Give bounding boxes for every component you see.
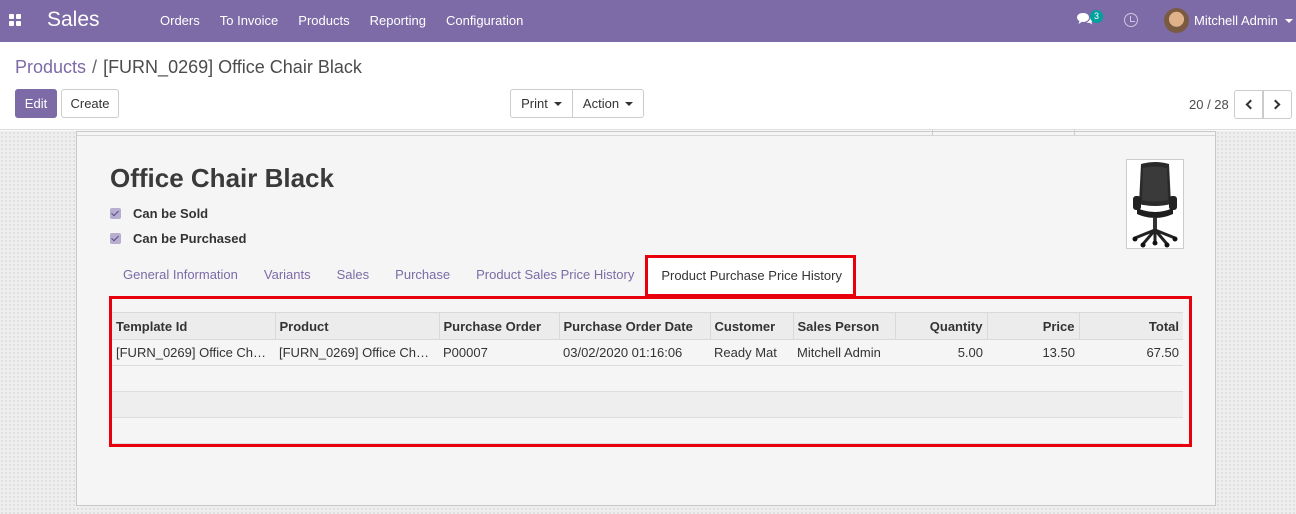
menu-item-to-invoice[interactable]: To Invoice: [210, 0, 289, 42]
control-panel: Products / [FURN_0269] Office Chair Black …: [0, 42, 1296, 130]
highlight-box-table: [109, 296, 1192, 447]
tab-sales[interactable]: Sales: [324, 256, 383, 294]
breadcrumb-current: [FURN_0269] Office Chair Black: [103, 57, 362, 77]
chevron-right-icon: [1270, 99, 1281, 110]
edit-button[interactable]: Edit: [15, 89, 57, 118]
print-caret-icon: [553, 101, 562, 106]
user-avatar[interactable]: [1164, 8, 1189, 33]
tab-general-information[interactable]: General Information: [110, 256, 251, 294]
action-caret-icon: [625, 101, 634, 106]
main-menu: Orders To Invoice Products Reporting Con…: [150, 0, 533, 42]
print-dropdown[interactable]: Print: [510, 89, 573, 118]
can-be-purchased-label: Can be Purchased: [133, 230, 247, 246]
can-be-sold-field: Can be Sold: [110, 205, 208, 221]
office-chair-image: [1132, 162, 1178, 248]
breadcrumb: Products / [FURN_0269] Office Chair Black: [15, 57, 362, 78]
chevron-left-icon: [1245, 99, 1256, 110]
highlight-box-tab: [645, 255, 856, 297]
print-label: Print: [521, 96, 548, 111]
activity-clock-icon[interactable]: [1124, 13, 1138, 27]
form-sheet: Office Chair Black Can be Sold Can be Pu…: [76, 130, 1216, 506]
can-be-sold-checkbox[interactable]: [110, 207, 121, 219]
product-title: Office Chair Black: [110, 163, 334, 193]
breadcrumb-separator: /: [92, 57, 98, 77]
menu-item-orders[interactable]: Orders: [150, 0, 210, 42]
action-dropdown[interactable]: Action: [572, 89, 644, 118]
user-menu-caret-icon[interactable]: [1285, 19, 1293, 23]
button-box-divider: [77, 130, 1215, 136]
tab-purchase[interactable]: Purchase: [382, 256, 463, 294]
tab-product-sales-price-history[interactable]: Product Sales Price History: [463, 256, 647, 294]
product-image[interactable]: [1126, 159, 1184, 249]
user-menu[interactable]: Mitchell Admin: [1194, 13, 1278, 28]
create-button[interactable]: Create: [61, 89, 119, 118]
pager-value[interactable]: 20 / 28: [1189, 97, 1229, 112]
breadcrumb-products-link[interactable]: Products: [15, 57, 86, 77]
can-be-purchased-checkbox[interactable]: [110, 232, 121, 244]
action-label: Action: [582, 96, 620, 111]
pager-previous-button[interactable]: [1234, 90, 1263, 119]
tab-variants[interactable]: Variants: [251, 256, 324, 294]
chat-badge: 3: [1090, 10, 1103, 23]
menu-item-configuration[interactable]: Configuration: [436, 0, 533, 42]
app-name: Sales: [47, 8, 100, 31]
apps-menu-icon[interactable]: [9, 14, 21, 26]
menu-item-reporting[interactable]: Reporting: [360, 0, 436, 42]
top-navbar: Sales Orders To Invoice Products Reporti…: [0, 0, 1296, 42]
pager-next-button[interactable]: [1263, 90, 1292, 119]
can-be-sold-label: Can be Sold: [133, 205, 209, 221]
menu-item-products[interactable]: Products: [288, 0, 359, 42]
can-be-purchased-field: Can be Purchased: [110, 230, 246, 246]
